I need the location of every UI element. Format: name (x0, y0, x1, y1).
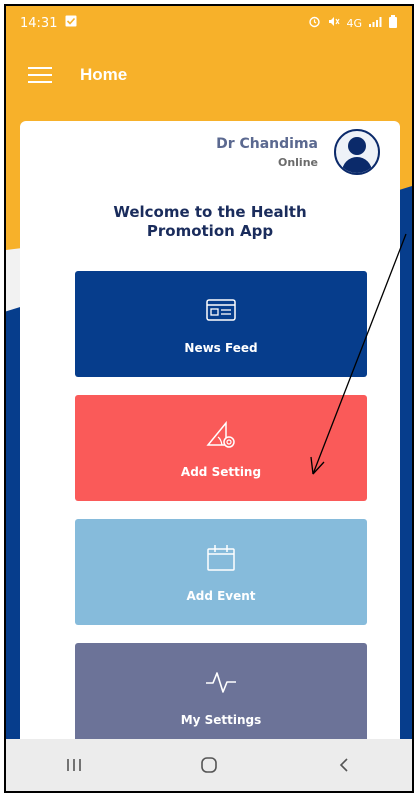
phone-frame: 14:31 4G Home Dr Chandima Online Welcome… (4, 4, 414, 793)
annotation-arrow (310, 233, 407, 475)
recent-apps-button[interactable] (54, 745, 94, 785)
system-navigation-bar (6, 739, 412, 791)
home-button[interactable] (189, 745, 229, 785)
back-button[interactable] (324, 745, 364, 785)
